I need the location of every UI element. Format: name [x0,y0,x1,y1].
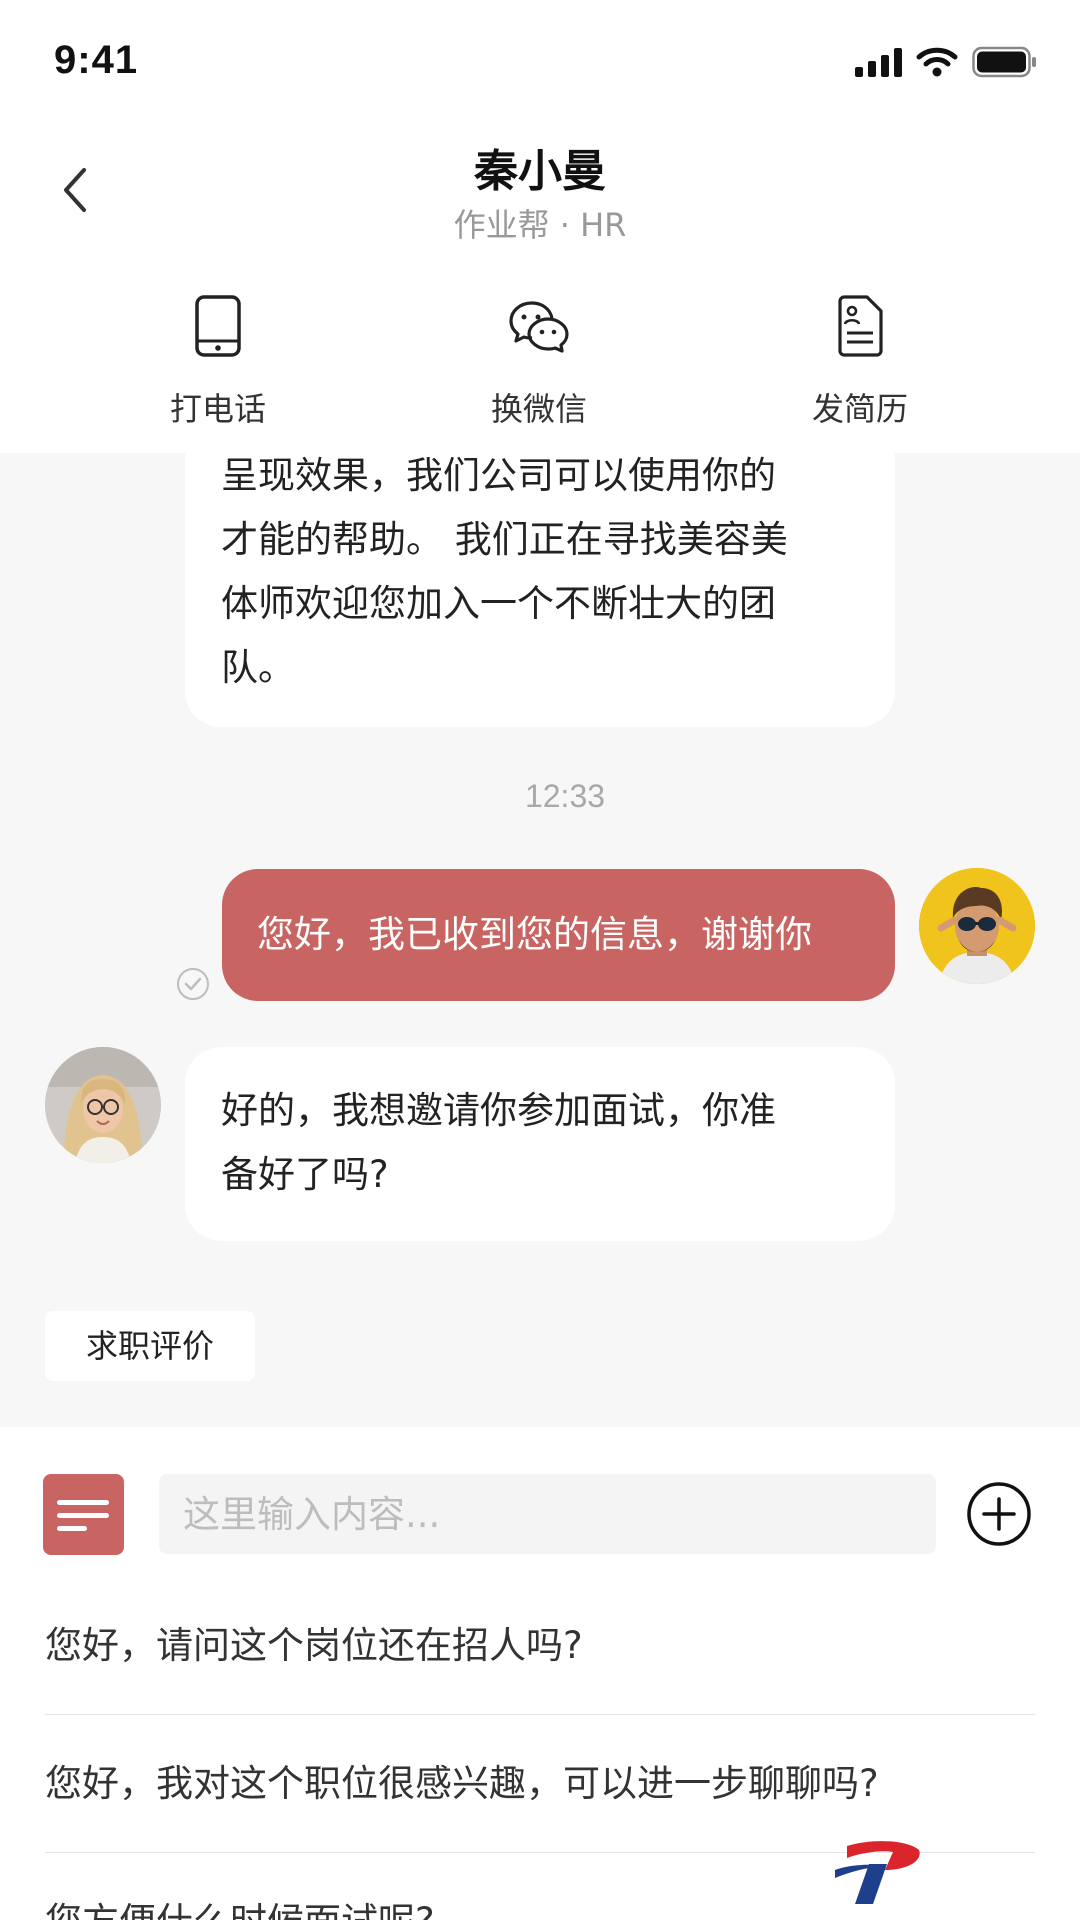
status-bar: 9:41 [0,0,1080,110]
message-line: 呈现效果，我们公司可以使用你的 [221,454,776,497]
action-label: 打电话 [169,390,266,428]
quick-reply-menu-button[interactable] [43,1474,124,1555]
message-line: 队。 [221,646,295,689]
my-avatar[interactable] [919,868,1035,984]
phone-icon [195,295,241,357]
wechat-icon [509,301,569,353]
message-bubble-incoming: 呈现效果，我们公司可以使用你的 才能的帮助。 我们正在寻找美容美 体师欢迎您加入… [185,420,895,727]
wifi-icon [916,47,958,77]
plus-circle-icon [967,1482,1031,1546]
message-line: 好的，我想邀请你参加面试，你准 [221,1089,776,1132]
status-icons [855,46,1038,78]
action-label: 发简历 [811,390,908,428]
time-divider: 12:33 [524,778,606,814]
message-line: 体师欢迎您加入一个不断壮大的团 [221,582,776,625]
battery-icon [972,46,1036,78]
quick-reply-item[interactable]: 您好，我对这个职位很感兴趣，可以进一步聊聊吗? [45,1715,1035,1853]
status-time: 9:41 [54,38,139,82]
page-title: 秦小曼 [474,146,606,197]
message-line: 才能的帮助。 我们正在寻找美容美 [221,518,788,561]
action-label: 换微信 [490,390,587,428]
hr-avatar[interactable] [45,1047,161,1163]
message-bubble-outgoing: 您好，我已收到您的信息，谢谢你 [222,869,895,1001]
menu-icon [57,1500,109,1505]
message-input[interactable] [159,1474,936,1554]
message-bubble-incoming: 好的，我想邀请你参加面试，你准 备好了吗? [185,1047,895,1241]
exchange-wechat-button[interactable]: 换微信 [439,290,639,430]
job-review-tag-button[interactable]: 求职评价 [45,1311,255,1381]
chat-screen: 呈现效果，我们公司可以使用你的 才能的帮助。 我们正在寻找美容美 体师欢迎您加入… [0,0,1080,1920]
send-resume-button[interactable]: 发简历 [760,290,960,430]
page-subtitle: 作业帮 · HR [453,206,627,244]
header: 9:41 秦小曼 作业帮 · HR 打电话 换微信 发简历 [0,0,1080,453]
action-bar: 打电话 换微信 发简历 [0,290,1080,430]
call-button[interactable]: 打电话 [118,290,318,430]
signal-icon [855,47,902,77]
read-check-icon [176,967,210,1005]
more-options-button[interactable] [966,1481,1032,1551]
message-line: 备好了吗? [221,1153,389,1196]
resume-icon [838,295,883,357]
message-text: 您好，我已收到您的信息，谢谢你 [257,913,812,956]
quick-reply-item[interactable]: 您好，请问这个岗位还在招人吗? [45,1577,1035,1715]
watermark-logo-icon [833,1836,925,1910]
